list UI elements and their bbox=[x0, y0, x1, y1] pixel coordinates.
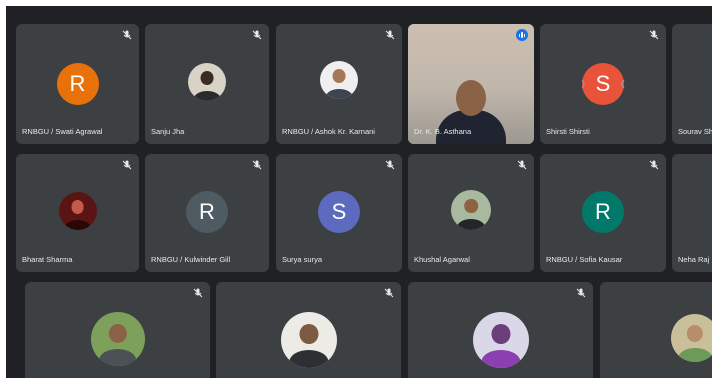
meeting-grid: R RNBGU / Swati Agrawal Sanju Jha RNBGU … bbox=[6, 6, 712, 378]
participant-name: RNBGU / Ashok Kr. Karnani bbox=[282, 127, 375, 136]
microphone-off-icon bbox=[122, 160, 132, 170]
participant-tile-bharat-sharma[interactable]: Bharat Sharma bbox=[16, 154, 139, 272]
participant-tile[interactable] bbox=[216, 282, 401, 378]
participant-name: Neha Raj bbox=[678, 255, 710, 264]
microphone-off-icon bbox=[385, 160, 395, 170]
avatar: R bbox=[186, 191, 228, 233]
participant-name: Khushal Agarwal bbox=[414, 255, 470, 264]
participant-tile-swati-agrawal[interactable]: R RNBGU / Swati Agrawal bbox=[16, 24, 139, 144]
participant-tile-kb-asthana[interactable]: Dr. K. B. Asthana bbox=[408, 24, 534, 144]
audio-wave-icon bbox=[581, 79, 625, 89]
participant-name: RNBGU / Sofia Kausar bbox=[546, 255, 623, 264]
participant-name: Surya surya bbox=[282, 255, 323, 264]
participant-name: RNBGU / Swati Agrawal bbox=[22, 127, 103, 136]
avatar bbox=[451, 190, 491, 230]
avatar: R bbox=[56, 63, 99, 105]
participant-tile-sourav[interactable]: Sourav Sh bbox=[672, 24, 712, 144]
microphone-off-icon bbox=[649, 160, 659, 170]
participant-tile[interactable] bbox=[25, 282, 210, 378]
microphone-off-icon bbox=[385, 30, 395, 40]
audio-level-icon bbox=[516, 29, 528, 41]
microphone-off-icon bbox=[576, 288, 586, 298]
participant-tile-surya[interactable]: S Surya surya bbox=[276, 154, 402, 272]
participant-name: Dr. K. B. Asthana bbox=[414, 127, 472, 136]
camera-video bbox=[408, 24, 534, 144]
avatar bbox=[58, 192, 97, 230]
microphone-off-icon bbox=[649, 30, 659, 40]
participant-tile-shirsti[interactable]: S Shirsti Shirsti bbox=[540, 24, 666, 144]
participant-name: Sanju Jha bbox=[151, 127, 185, 136]
avatar bbox=[188, 63, 226, 101]
microphone-off-icon bbox=[122, 30, 132, 40]
participant-tile-sanju-jha[interactable]: Sanju Jha bbox=[145, 24, 269, 144]
microphone-off-icon bbox=[252, 30, 262, 40]
microphone-off-icon bbox=[193, 288, 203, 298]
participant-tile-kulwinder-gill[interactable]: R RNBGU / Kulwinder Gill bbox=[145, 154, 269, 272]
participant-tile-neha-raj[interactable]: Neha Raj bbox=[672, 154, 712, 272]
participant-tile-sofia-kausar[interactable]: R RNBGU / Sofia Kausar bbox=[540, 154, 666, 272]
participant-tile[interactable] bbox=[600, 282, 712, 378]
participant-tile-ashok-karnani[interactable]: RNBGU / Ashok Kr. Karnani bbox=[276, 24, 402, 144]
participant-tile[interactable] bbox=[408, 282, 593, 378]
participant-name: Sourav Sh bbox=[678, 127, 712, 136]
avatar bbox=[280, 312, 337, 368]
microphone-off-icon bbox=[252, 160, 262, 170]
avatar: R bbox=[582, 191, 624, 233]
avatar bbox=[90, 312, 145, 366]
microphone-off-icon bbox=[517, 160, 527, 170]
microphone-off-icon bbox=[384, 288, 394, 298]
avatar bbox=[671, 314, 712, 362]
participant-name: Shirsti Shirsti bbox=[546, 127, 590, 136]
participant-name: Bharat Sharma bbox=[22, 255, 73, 264]
avatar bbox=[320, 61, 358, 99]
participant-tile-khushal-agarwal[interactable]: Khushal Agarwal bbox=[408, 154, 534, 272]
avatar: S bbox=[318, 191, 360, 233]
avatar bbox=[472, 312, 529, 368]
participant-name: RNBGU / Kulwinder Gill bbox=[151, 255, 231, 264]
